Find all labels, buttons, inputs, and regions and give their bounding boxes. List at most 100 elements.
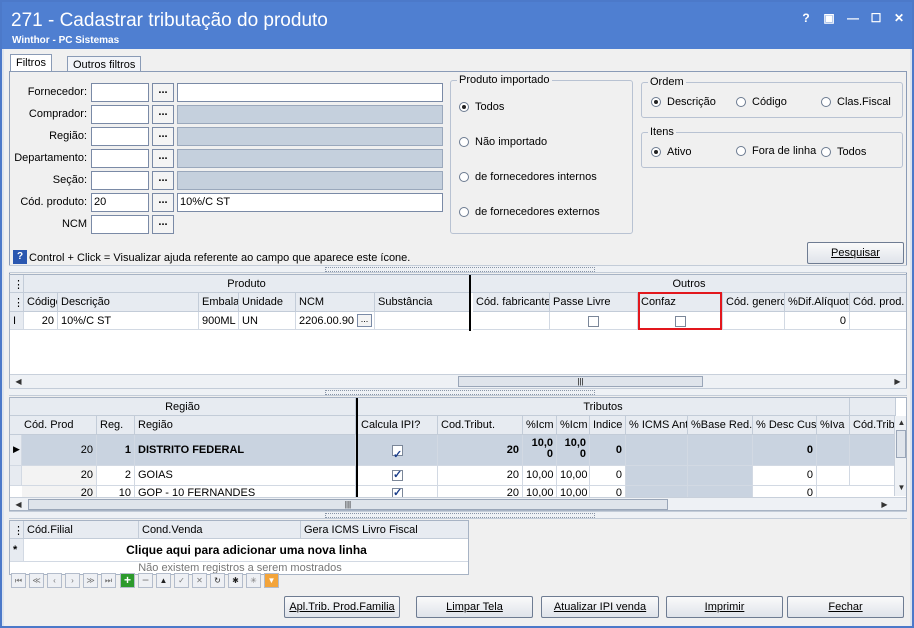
- fechar-button[interactable]: Fechar: [787, 596, 904, 618]
- prev-record-icon[interactable]: ‹: [47, 573, 62, 588]
- next-record-icon[interactable]: ›: [65, 573, 80, 588]
- departamento-code-input[interactable]: [91, 149, 149, 168]
- cell-substancia[interactable]: [375, 312, 471, 330]
- minimize-icon[interactable]: —: [845, 10, 861, 26]
- cod-produto-desc-input[interactable]: 10%/C ST: [177, 193, 443, 212]
- radio-fornecedores-externos[interactable]: de fornecedores externos: [459, 206, 600, 218]
- col-desc-cus[interactable]: % Desc Cus: [753, 416, 817, 435]
- maximize-icon[interactable]: ☐: [868, 10, 884, 26]
- cell-desc-cus[interactable]: 0: [753, 435, 817, 466]
- cell-iva[interactable]: [817, 466, 850, 486]
- col-passe-livre[interactable]: Passe Livre: [550, 293, 638, 312]
- grid-menu-icon[interactable]: ⋮: [10, 275, 24, 293]
- cell-desc-cus[interactable]: 0: [753, 466, 817, 486]
- regiao-search-button[interactable]: ...: [152, 127, 174, 146]
- tributos-hscroll[interactable]: ◀ ||| ▶: [10, 497, 906, 510]
- imprimir-button[interactable]: Imprimir: [666, 596, 783, 618]
- last-record-icon[interactable]: ⏭: [101, 573, 116, 588]
- cod-produto-input[interactable]: 20: [91, 193, 149, 212]
- products-hscroll[interactable]: ◀ ||| ▶: [10, 374, 906, 388]
- scroll-down-icon[interactable]: ▼: [895, 482, 906, 493]
- cell-cod-prod[interactable]: 20: [22, 435, 97, 466]
- atualizar-ipi-button[interactable]: Atualizar IPI venda: [541, 596, 659, 618]
- comprador-search-button[interactable]: ...: [152, 105, 174, 124]
- cell-dif-aliquota[interactable]: 0: [785, 312, 850, 330]
- secao-code-input[interactable]: [91, 171, 149, 190]
- scroll-right-icon[interactable]: ▶: [891, 376, 904, 387]
- col-regiao[interactable]: Região: [135, 416, 356, 435]
- cell-embalagem[interactable]: 900ML: [199, 312, 239, 330]
- calcula-ipi-checkbox[interactable]: [392, 468, 403, 481]
- cell-calcula-ipi[interactable]: [358, 435, 438, 466]
- radio-itens-todos[interactable]: Todos: [821, 146, 866, 158]
- cell-cod-trib[interactable]: [850, 466, 896, 486]
- cell-unidade[interactable]: UN: [239, 312, 296, 330]
- col-substancia[interactable]: Substância: [375, 293, 471, 312]
- cell-icms-ant[interactable]: [626, 435, 688, 466]
- col-cod-filial[interactable]: Cód.Filial: [24, 521, 139, 539]
- cell-icms-ant[interactable]: [626, 466, 688, 486]
- radio-todos-importado[interactable]: Todos: [459, 101, 504, 113]
- cell-cod-tribut[interactable]: 20: [438, 466, 523, 486]
- radio-itens-fora-linha[interactable]: Fora de linha: [736, 145, 816, 157]
- radio-ordem-descricao[interactable]: Descrição: [651, 96, 716, 108]
- refresh-icon[interactable]: ↻: [210, 573, 225, 588]
- goto-bookmark-icon[interactable]: ✳: [246, 573, 261, 588]
- cell-base-red[interactable]: [688, 466, 753, 486]
- col-codigo[interactable]: Código: [24, 293, 58, 312]
- radio-itens-ativo[interactable]: Ativo: [651, 146, 691, 158]
- col-icm-1[interactable]: %Icm: [523, 416, 557, 435]
- prev-page-icon[interactable]: ≪: [29, 573, 44, 588]
- close-icon[interactable]: ✕: [891, 10, 907, 26]
- cell-icm-1[interactable]: 10,00: [523, 466, 557, 486]
- departamento-search-button[interactable]: ...: [152, 149, 174, 168]
- cell-reg[interactable]: 2: [97, 466, 135, 486]
- cell-cod-trib[interactable]: [850, 435, 896, 466]
- splitter-middle[interactable]: [9, 388, 907, 396]
- cell-cod-generico[interactable]: [723, 312, 785, 330]
- scroll-left-icon[interactable]: ◀: [12, 499, 25, 510]
- cancel-record-icon[interactable]: ✕: [192, 573, 207, 588]
- scroll-right-icon[interactable]: ▶: [878, 499, 891, 510]
- post-record-icon[interactable]: ✓: [174, 573, 189, 588]
- cell-regiao[interactable]: GOIAS: [135, 466, 356, 486]
- col-cod-trib[interactable]: Cód.Trib: [850, 416, 896, 435]
- col-base-red[interactable]: %Base Red.: [688, 416, 753, 435]
- splitter-top[interactable]: [9, 265, 907, 273]
- scroll-left-icon[interactable]: ◀: [12, 376, 25, 387]
- limpar-tela-button[interactable]: Limpar Tela: [416, 596, 533, 618]
- col-cod-prod[interactable]: Cód. Prod: [10, 416, 97, 435]
- cell-cod-prod-n[interactable]: [850, 312, 906, 330]
- apl-trib-familia-button[interactable]: Apl.Trib. Prod.Familia: [284, 596, 400, 618]
- ncm-lookup-button[interactable]: ...: [357, 314, 372, 327]
- add-new-row[interactable]: Clique aqui para adicionar uma nova linh…: [24, 539, 468, 562]
- cod-produto-search-button[interactable]: ...: [152, 193, 174, 212]
- col-icm-2[interactable]: %Icm: [557, 416, 590, 435]
- col-icms-ant[interactable]: % ICMS Ant: [626, 416, 688, 435]
- fornecedor-code-input[interactable]: [91, 83, 149, 102]
- cell-cod-tribut[interactable]: 20: [438, 435, 523, 466]
- col-unidade[interactable]: Unidade: [239, 293, 296, 312]
- radio-ordem-codigo[interactable]: Código: [736, 96, 787, 108]
- col-embalagem[interactable]: Embalag: [199, 293, 239, 312]
- delete-record-icon[interactable]: −: [138, 573, 153, 588]
- fornecedor-name-input[interactable]: [177, 83, 443, 102]
- ncm-search-button[interactable]: ...: [152, 215, 174, 234]
- cell-indice[interactable]: 0: [590, 435, 626, 466]
- passe-livre-checkbox[interactable]: [588, 315, 599, 327]
- col-indice[interactable]: Indice: [590, 416, 626, 435]
- col-cod-tribut[interactable]: Cod.Tribut.: [438, 416, 523, 435]
- first-record-icon[interactable]: ⏮: [11, 573, 26, 588]
- scroll-thumb[interactable]: |||: [458, 376, 703, 387]
- column-chooser-icon[interactable]: ⋮: [10, 293, 24, 312]
- cell-icm-2[interactable]: 10,0 0: [557, 435, 590, 466]
- col-reg[interactable]: Reg.: [97, 416, 135, 435]
- splitter-bottom[interactable]: [9, 511, 907, 519]
- cell-indice[interactable]: 0: [590, 466, 626, 486]
- scroll-thumb[interactable]: |||: [28, 499, 668, 510]
- calcula-ipi-checkbox[interactable]: [392, 443, 403, 465]
- filter-icon[interactable]: ▼: [264, 573, 279, 588]
- col-cod-fabricante[interactable]: Cód. fabricante: [473, 293, 550, 312]
- col-cond-venda[interactable]: Cond.Venda: [139, 521, 301, 539]
- cell-icm-2[interactable]: 10,00: [557, 466, 590, 486]
